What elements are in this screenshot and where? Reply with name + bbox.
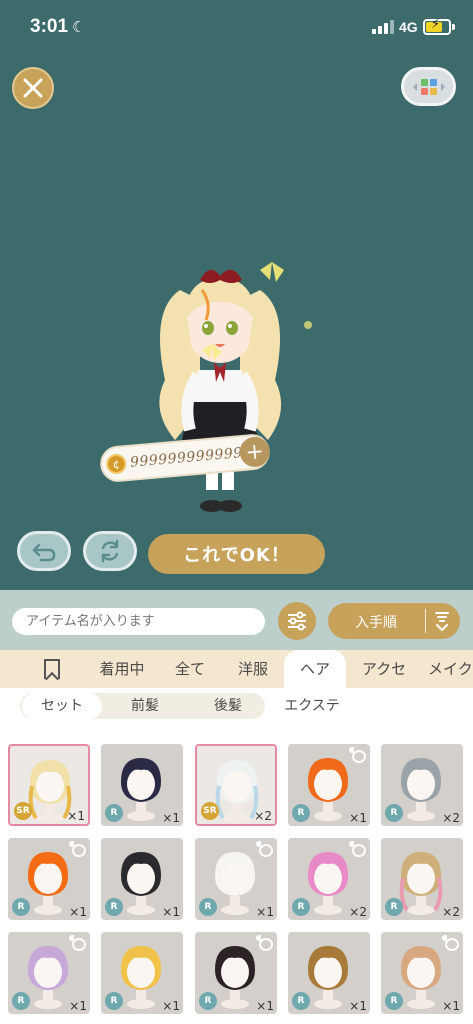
rarity-badge: R (199, 898, 217, 916)
color-grid-icon (412, 78, 445, 95)
tab-accessories[interactable]: アクセ (352, 650, 416, 688)
hair-item-tile[interactable]: R ×2 (381, 838, 463, 920)
bear-badge-icon (68, 934, 95, 951)
rarity-badge: R (385, 804, 403, 822)
tab-wearing[interactable]: 着用中 (90, 650, 154, 688)
item-count: ×1 (162, 999, 180, 1013)
rarity-badge: R (105, 992, 123, 1010)
item-count: ×1 (67, 809, 85, 823)
filter-button[interactable] (278, 602, 316, 640)
sort-direction-icon (435, 612, 449, 632)
avatar-character (159, 262, 312, 512)
category-tabs: 着用中 全て 洋服 ヘア アクセ メイク (0, 650, 473, 688)
bookmark-icon[interactable] (44, 659, 60, 679)
rarity-badge: R (292, 898, 310, 916)
bear-badge-icon (255, 840, 282, 857)
hair-item-tile[interactable]: R ×1 (8, 838, 95, 920)
sort-order-button[interactable]: 入手順 (328, 603, 460, 639)
bear-badge-icon (348, 746, 375, 763)
subtab-extensions[interactable]: エクステ (272, 693, 352, 719)
rarity-badge: R (12, 898, 30, 916)
hair-item-tile[interactable]: R ×1 (195, 838, 282, 920)
battery-icon: ⚡ (423, 17, 451, 35)
sort-divider (425, 609, 426, 633)
signal-icon (372, 20, 394, 34)
sliders-icon (288, 611, 306, 631)
close-icon (23, 78, 43, 98)
subtab-set[interactable]: セット (22, 693, 102, 719)
status-time: 3:01 (30, 16, 69, 37)
bear-badge-icon (68, 840, 95, 857)
moon-icon: ☾ (72, 18, 86, 36)
search-row: 入手順 (0, 590, 473, 650)
hair-item-tile[interactable]: R ×1 (101, 744, 183, 826)
hair-item-tile[interactable]: R ×1 (195, 932, 282, 1014)
hair-item-tile[interactable]: R ×1 (101, 838, 183, 920)
subcategory-tabs: セット 前髪 後髪 エクステ (0, 688, 473, 726)
item-count: ×1 (442, 999, 460, 1013)
confirm-ok-button[interactable]: これでOK！ (148, 534, 325, 574)
coin-icon: ¢ (105, 453, 128, 475)
tab-clothes[interactable]: 洋服 (225, 650, 281, 688)
tab-all[interactable]: 全て (162, 650, 218, 688)
sort-label: 入手順 (355, 615, 397, 631)
subtab-bangs[interactable]: 前髪 (105, 693, 185, 719)
bear-badge-icon (441, 934, 468, 951)
rarity-badge: SR (201, 802, 219, 820)
refresh-icon (101, 539, 119, 563)
undo-button[interactable] (17, 531, 71, 571)
item-count: ×1 (256, 905, 274, 919)
avatar-stage: 3:01 ☾ 4G ⚡ ¢ 9999999999999 + これでOK！ (0, 0, 473, 590)
coin-amount: 9999999999999 (129, 444, 253, 471)
item-count: ×2 (254, 809, 272, 823)
hair-item-tile[interactable]: SR ×1 (8, 744, 90, 826)
rarity-badge: R (12, 992, 30, 1010)
tab-makeup[interactable]: メイク (428, 650, 473, 688)
bear-badge-icon (348, 840, 375, 857)
rarity-badge: R (105, 804, 123, 822)
hair-item-tile[interactable]: R ×1 (101, 932, 183, 1014)
item-count: ×1 (162, 811, 180, 825)
item-count: ×2 (442, 811, 460, 825)
rarity-badge: SR (14, 802, 32, 820)
hair-item-tile[interactable]: R ×2 (288, 838, 375, 920)
hair-item-tile[interactable]: SR ×2 (195, 744, 277, 826)
rarity-badge: R (105, 898, 123, 916)
item-count: ×1 (69, 999, 87, 1013)
status-bar: 3:01 ☾ 4G ⚡ (0, 0, 473, 54)
item-count: ×1 (349, 811, 367, 825)
rarity-badge: R (385, 992, 403, 1010)
hair-item-tile[interactable]: R ×1 (288, 932, 370, 1014)
rarity-badge: R (199, 992, 217, 1010)
bear-badge-icon (255, 934, 282, 951)
layout-toggle-button[interactable] (401, 67, 456, 106)
rarity-badge: R (292, 992, 310, 1010)
hair-item-tile[interactable]: R ×1 (8, 932, 95, 1014)
item-count: ×1 (349, 999, 367, 1013)
rarity-badge: R (385, 898, 403, 916)
battery-tip (452, 24, 455, 30)
item-count: ×1 (256, 999, 274, 1013)
item-count: ×2 (442, 905, 460, 919)
subtab-back-hair[interactable]: 後髪 (188, 693, 268, 719)
network-label: 4G (399, 19, 418, 35)
hair-item-tile[interactable]: R ×1 (288, 744, 375, 826)
item-count: ×2 (349, 905, 367, 919)
rarity-badge: R (292, 804, 310, 822)
item-name-search-input[interactable] (12, 608, 265, 635)
item-count: ×1 (162, 905, 180, 919)
close-button[interactable] (12, 67, 54, 109)
hair-item-grid: SR ×1 R ×1 SR ×2 R ×1 R ×2 R ×1 R ×1 R ×1 R ×2 R ×2 R ×1 R ×1 R ×… (0, 726, 473, 1024)
tab-hair[interactable]: ヘア (284, 650, 346, 688)
undo-icon (32, 543, 56, 562)
hair-item-tile[interactable]: R ×1 (381, 932, 468, 1014)
item-count: ×1 (69, 905, 87, 919)
hair-item-tile[interactable]: R ×2 (381, 744, 463, 826)
reset-button[interactable] (83, 531, 137, 571)
